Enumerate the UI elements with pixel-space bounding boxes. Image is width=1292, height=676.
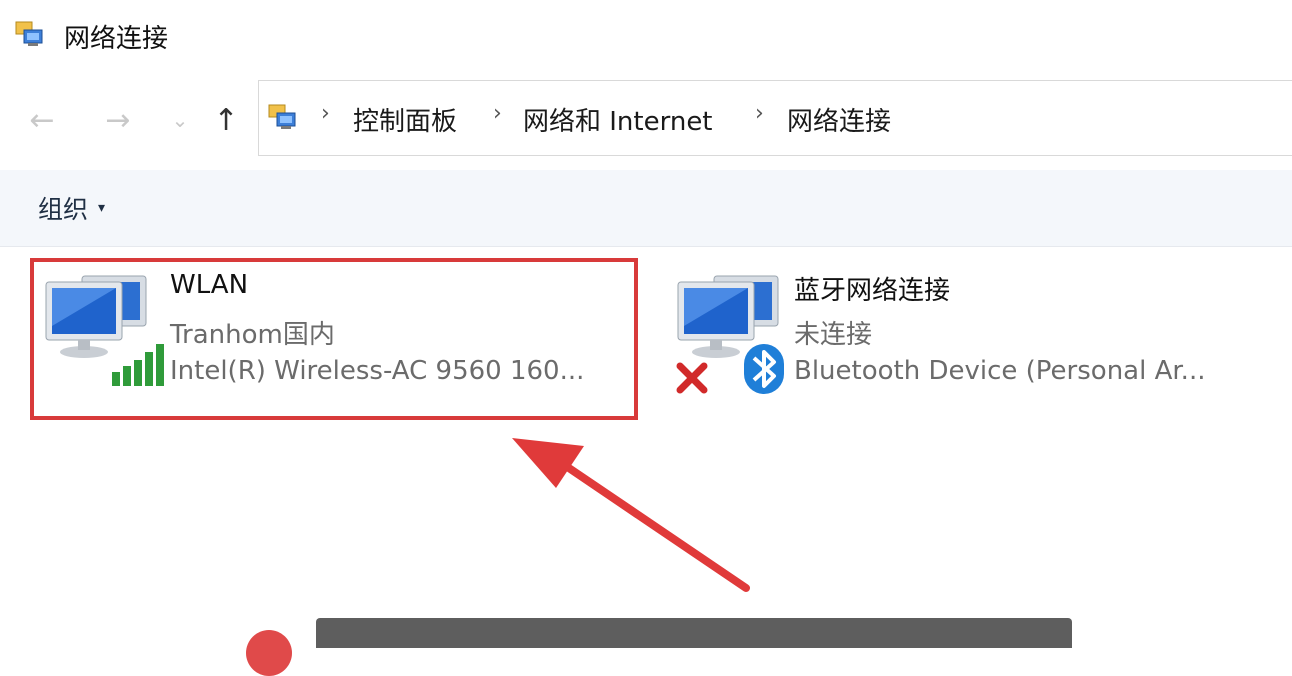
disconnected-icon [676,362,708,394]
caret-down-icon: ▾ [98,200,106,216]
up-button[interactable]: ↑ [206,92,246,148]
breadcrumb-separator-icon[interactable]: › [755,101,764,126]
organize-label: 组织 [38,195,89,224]
recent-locations-button[interactable]: ⌄ [160,92,200,148]
network-folder-icon [15,21,43,46]
breadcrumb-separator-icon[interactable]: › [321,101,330,126]
organize-button[interactable]: 组织 ▾ [38,190,105,226]
bluetooth-icon [744,344,784,394]
breadcrumb-control-panel[interactable]: 控制面板 [353,101,457,138]
address-bar[interactable]: › 控制面板 › 网络和 Internet › 网络连接 [258,80,1292,156]
breadcrumb-network-internet[interactable]: 网络和 Internet [523,101,713,138]
connection-adapter: Bluetooth Device (Personal Ar... [794,356,1206,386]
forward-button[interactable]: → [98,92,138,148]
connection-network: 未连接 [794,320,873,350]
connection-name: 蓝牙网络连接 [794,276,951,306]
command-bar: 组织 ▾ [0,170,1292,247]
network-adapter-icon [676,275,784,394]
back-button[interactable]: ← [22,92,62,148]
bottom-panel [316,618,1072,648]
connection-item-bluetooth[interactable]: 蓝牙网络连接 未连接 Bluetooth Device (Personal Ar… [660,258,1292,424]
title-bar: 网络连接 [0,0,1292,72]
chevron-down-icon: ⌄ [171,108,189,132]
red-badge-icon [246,630,292,676]
forward-arrow-icon: → [105,102,131,138]
navigation-bar: ← → ⌄ ↑ › 控制面板 › 网络和 Internet › 网络连接 [0,72,1292,168]
back-arrow-icon: ← [29,102,55,138]
breadcrumb-network-connections[interactable]: 网络连接 [787,101,891,138]
highlight-box [30,258,638,420]
breadcrumb-separator-icon[interactable]: › [493,101,502,126]
window-title: 网络连接 [64,24,169,54]
network-folder-icon [268,104,296,129]
up-arrow-icon: ↑ [213,102,239,138]
